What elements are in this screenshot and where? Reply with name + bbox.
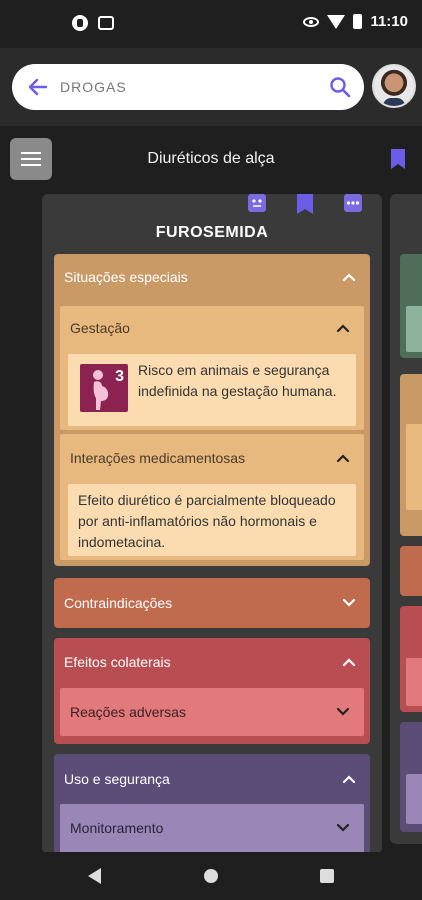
risk-category: 3	[115, 368, 124, 385]
next-drug-card[interactable]	[390, 194, 422, 844]
chevron-up-icon[interactable]	[342, 655, 356, 669]
search-bar[interactable]	[12, 64, 364, 110]
section-label: Uso e segurança	[64, 771, 170, 787]
chevron-up-icon[interactable]	[336, 321, 350, 335]
subsection-monitoring[interactable]: Monitoramento	[60, 804, 364, 854]
chevron-up-icon[interactable]	[336, 451, 350, 465]
next-card-section	[400, 722, 422, 832]
more-options-icon[interactable]	[344, 194, 362, 214]
interactions-text: Efeito diurético é parcialmente bloquead…	[68, 484, 356, 556]
chevron-down-icon[interactable]	[336, 705, 350, 719]
section-usage-safety: Uso e segurança Monitoramento	[54, 754, 370, 854]
subsection-adverse-reactions[interactable]: Reações adversas	[60, 688, 364, 736]
next-card-subsection	[406, 658, 422, 706]
section-contraindications[interactable]: Contraindicações	[54, 578, 370, 628]
chevron-down-icon[interactable]	[336, 821, 350, 835]
avatar[interactable]	[372, 64, 416, 108]
system-icons: 11:10	[303, 13, 408, 30]
section-header-usage[interactable]: Uso e segurança	[54, 754, 370, 800]
nav-back-icon[interactable]	[88, 868, 101, 884]
pregnancy-risk-icon: 3	[80, 364, 128, 412]
section-header-special[interactable]: Situações especiais	[54, 254, 370, 300]
subsection-header-interactions[interactable]: Interações medicamentosas	[60, 434, 364, 478]
chevron-down-icon[interactable]	[342, 596, 356, 610]
section-side-effects: Efeitos colaterais Reações adversas	[54, 638, 370, 744]
section-special-situations: Situações especiais Gestação 3 Risco em …	[54, 254, 370, 566]
subsection-label: Interações medicamentosas	[70, 450, 246, 466]
next-card-subsection	[406, 424, 422, 510]
system-nav-bar	[0, 852, 422, 900]
gestation-text: Risco em animais e segurança indefinida …	[138, 362, 337, 399]
wifi-icon	[327, 14, 346, 29]
search-header	[0, 48, 422, 126]
battery-icon	[353, 14, 363, 29]
next-card-section	[400, 546, 422, 596]
section-label: Situações especiais	[64, 269, 188, 285]
status-bar: 11:10	[0, 0, 422, 48]
next-card-subsection	[406, 306, 422, 352]
subsection-gestation: Gestação 3 Risco em animais e segurança …	[60, 306, 364, 430]
eye-icon	[303, 16, 320, 27]
search-input[interactable]	[60, 76, 320, 98]
drug-name: FUROSEMIDA	[155, 224, 269, 241]
chevron-up-icon[interactable]	[342, 772, 356, 786]
status-time: 11:10	[370, 13, 408, 30]
nav-home-icon[interactable]	[204, 869, 218, 883]
section-header-contraindications[interactable]: Contraindicações	[54, 578, 370, 624]
chevron-up-icon[interactable]	[342, 270, 356, 284]
notification-icons	[72, 15, 114, 31]
section-label: Efeitos colaterais	[64, 654, 171, 670]
title-bar: Diuréticos de alça	[0, 126, 422, 192]
nav-recents-icon[interactable]	[320, 869, 334, 883]
next-card-section	[400, 606, 422, 712]
gestation-info: 3 Risco em animais e segurança indefinid…	[68, 354, 356, 426]
subsection-header-gestation[interactable]: Gestação	[60, 306, 364, 350]
card-actions	[42, 194, 382, 216]
card-bookmark-icon[interactable]	[296, 194, 314, 214]
subsection-label: Reações adversas	[70, 704, 186, 720]
drug-card: FUROSEMIDA Situações especiais Gestação	[42, 194, 382, 854]
page-title: Diuréticos de alça	[147, 150, 275, 167]
subsection-label: Gestação	[70, 320, 130, 336]
mail-notification-icon	[98, 16, 114, 30]
section-label: Contraindicações	[64, 595, 173, 611]
back-arrow-icon[interactable]	[26, 75, 50, 99]
next-card-section	[400, 374, 422, 536]
next-card-section	[400, 254, 422, 358]
section-header-side-effects[interactable]: Efeitos colaterais	[54, 638, 370, 684]
compare-icon[interactable]	[248, 194, 266, 214]
bookmark-icon[interactable]	[389, 148, 407, 170]
app-notification-icon	[72, 15, 88, 31]
subsection-drug-interactions: Interações medicamentosas Efeito diuréti…	[60, 434, 364, 560]
search-icon[interactable]	[328, 75, 352, 99]
next-card-subsection	[406, 774, 422, 824]
subsection-label: Monitoramento	[70, 820, 164, 836]
